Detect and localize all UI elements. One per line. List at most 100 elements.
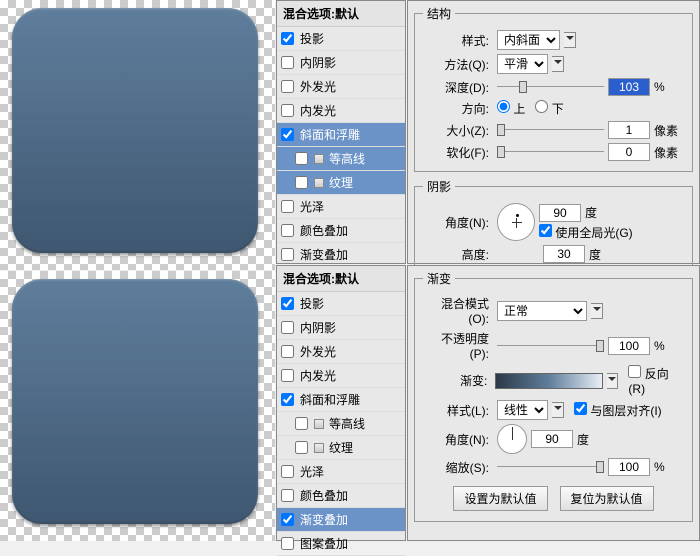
- panel-title: 混合选项:默认: [277, 1, 405, 27]
- effect-item[interactable]: 颜色叠加: [277, 484, 405, 508]
- effect-label: 内阴影: [300, 54, 336, 71]
- effect-item[interactable]: 斜面和浮雕: [277, 388, 405, 412]
- effect-item[interactable]: 等高线: [277, 412, 405, 436]
- effect-checkbox[interactable]: [295, 417, 308, 430]
- soften-input[interactable]: [608, 143, 650, 161]
- opacity-slider[interactable]: [497, 339, 604, 353]
- effect-label: 光泽: [300, 198, 324, 215]
- scale-label: 缩放(S):: [423, 459, 493, 476]
- effect-label: 内阴影: [300, 319, 336, 336]
- effect-checkbox[interactable]: [295, 441, 308, 454]
- effect-item[interactable]: 颜色叠加: [277, 219, 405, 243]
- effect-item[interactable]: 外发光: [277, 75, 405, 99]
- effect-checkbox[interactable]: [281, 321, 294, 334]
- angle-dial[interactable]: [497, 203, 535, 241]
- scale-input[interactable]: [608, 458, 650, 476]
- effect-checkbox[interactable]: [295, 176, 308, 189]
- gradient-settings: 渐变 混合模式(O):正常 不透明度(P):% 渐变: 反向(R) 样式(L):…: [407, 265, 700, 541]
- method-select[interactable]: 平滑: [497, 54, 548, 74]
- angle-input[interactable]: [531, 430, 573, 448]
- effect-item[interactable]: 内阴影: [277, 316, 405, 340]
- effect-item[interactable]: 外发光: [277, 340, 405, 364]
- effect-checkbox[interactable]: [281, 369, 294, 382]
- dropdown-icon[interactable]: [564, 32, 576, 48]
- opacity-input[interactable]: [608, 337, 650, 355]
- dir-down[interactable]: 下: [535, 100, 563, 117]
- effect-item[interactable]: 光泽: [277, 460, 405, 484]
- angle-input[interactable]: [539, 204, 581, 222]
- effect-checkbox[interactable]: [281, 128, 294, 141]
- size-label: 大小(Z):: [423, 122, 493, 139]
- method-label: 方法(Q):: [423, 56, 493, 73]
- effect-item[interactable]: 内阴影: [277, 51, 405, 75]
- altitude-label: 高度:: [423, 246, 493, 263]
- effect-label: 渐变叠加: [300, 511, 348, 528]
- soften-slider[interactable]: [497, 145, 604, 159]
- depth-slider[interactable]: [497, 80, 604, 94]
- effects-panel-bottom: 混合选项:默认 投影内阴影外发光内发光斜面和浮雕等高线纹理光泽颜色叠加渐变叠加图…: [276, 265, 406, 541]
- effect-item[interactable]: 渐变叠加: [277, 508, 405, 532]
- effect-checkbox[interactable]: [281, 297, 294, 310]
- deg-unit: 度: [589, 246, 601, 263]
- effect-checkbox[interactable]: [281, 200, 294, 213]
- effect-item[interactable]: 光泽: [277, 195, 405, 219]
- preview-bottom: [0, 271, 275, 541]
- effect-checkbox[interactable]: [281, 489, 294, 502]
- soften-label: 软化(F):: [423, 144, 493, 161]
- shade-group: 阴影 角度(N): 度 使用全局光(G) 高度: 度: [414, 178, 693, 274]
- effect-item[interactable]: 图案叠加: [277, 532, 405, 556]
- effect-item[interactable]: 渐变叠加: [277, 243, 405, 267]
- effect-checkbox[interactable]: [281, 465, 294, 478]
- set-default-button[interactable]: 设置为默认值: [453, 486, 547, 511]
- size-input[interactable]: [608, 121, 650, 139]
- effect-label: 等高线: [329, 415, 365, 432]
- effect-label: 外发光: [300, 78, 336, 95]
- effect-item[interactable]: 内发光: [277, 364, 405, 388]
- size-slider[interactable]: [497, 123, 604, 137]
- dropdown-icon[interactable]: [552, 56, 564, 72]
- group-label: 阴影: [423, 178, 455, 195]
- reverse-check[interactable]: 反向(R): [628, 365, 684, 396]
- effect-checkbox[interactable]: [281, 513, 294, 526]
- effect-item[interactable]: 斜面和浮雕: [277, 123, 405, 147]
- reset-default-button[interactable]: 复位为默认值: [560, 486, 654, 511]
- depth-label: 深度(D):: [423, 79, 493, 96]
- dropdown-icon[interactable]: [607, 373, 619, 389]
- effect-checkbox[interactable]: [281, 393, 294, 406]
- effect-label: 内发光: [300, 102, 336, 119]
- effect-checkbox[interactable]: [281, 32, 294, 45]
- effect-checkbox[interactable]: [281, 104, 294, 117]
- angle-label: 角度(N):: [423, 214, 493, 231]
- effect-item[interactable]: 等高线: [277, 147, 405, 171]
- altitude-input[interactable]: [543, 245, 585, 263]
- effect-checkbox[interactable]: [281, 345, 294, 358]
- effect-checkbox[interactable]: [281, 537, 294, 550]
- effect-checkbox[interactable]: [281, 80, 294, 93]
- dropdown-icon[interactable]: [591, 303, 603, 319]
- effect-checkbox[interactable]: [281, 224, 294, 237]
- blend-select[interactable]: 正常: [497, 301, 587, 321]
- deg-unit: 度: [585, 204, 597, 221]
- effect-item[interactable]: 纹理: [277, 436, 405, 460]
- effect-checkbox[interactable]: [295, 152, 308, 165]
- dropdown-icon[interactable]: [552, 402, 564, 418]
- panel-title: 混合选项:默认: [277, 266, 405, 292]
- dir-up[interactable]: 上: [497, 100, 525, 117]
- global-light-check[interactable]: 使用全局光(G): [539, 224, 633, 241]
- effect-label: 斜面和浮雕: [300, 391, 360, 408]
- effect-item[interactable]: 投影: [277, 292, 405, 316]
- effect-item[interactable]: 投影: [277, 27, 405, 51]
- effect-checkbox[interactable]: [281, 56, 294, 69]
- style-select[interactable]: 内斜面: [497, 30, 560, 50]
- contour-icon: [314, 419, 324, 429]
- gradient-swatch[interactable]: [495, 373, 602, 389]
- grad-style-select[interactable]: 线性: [497, 400, 548, 420]
- depth-input[interactable]: [608, 78, 650, 96]
- contour-icon: [314, 178, 324, 188]
- effect-item[interactable]: 内发光: [277, 99, 405, 123]
- align-check[interactable]: 与图层对齐(I): [574, 402, 662, 419]
- scale-slider[interactable]: [497, 460, 604, 474]
- effect-item[interactable]: 纹理: [277, 171, 405, 195]
- effect-checkbox[interactable]: [281, 248, 294, 261]
- angle-dial[interactable]: [497, 424, 527, 454]
